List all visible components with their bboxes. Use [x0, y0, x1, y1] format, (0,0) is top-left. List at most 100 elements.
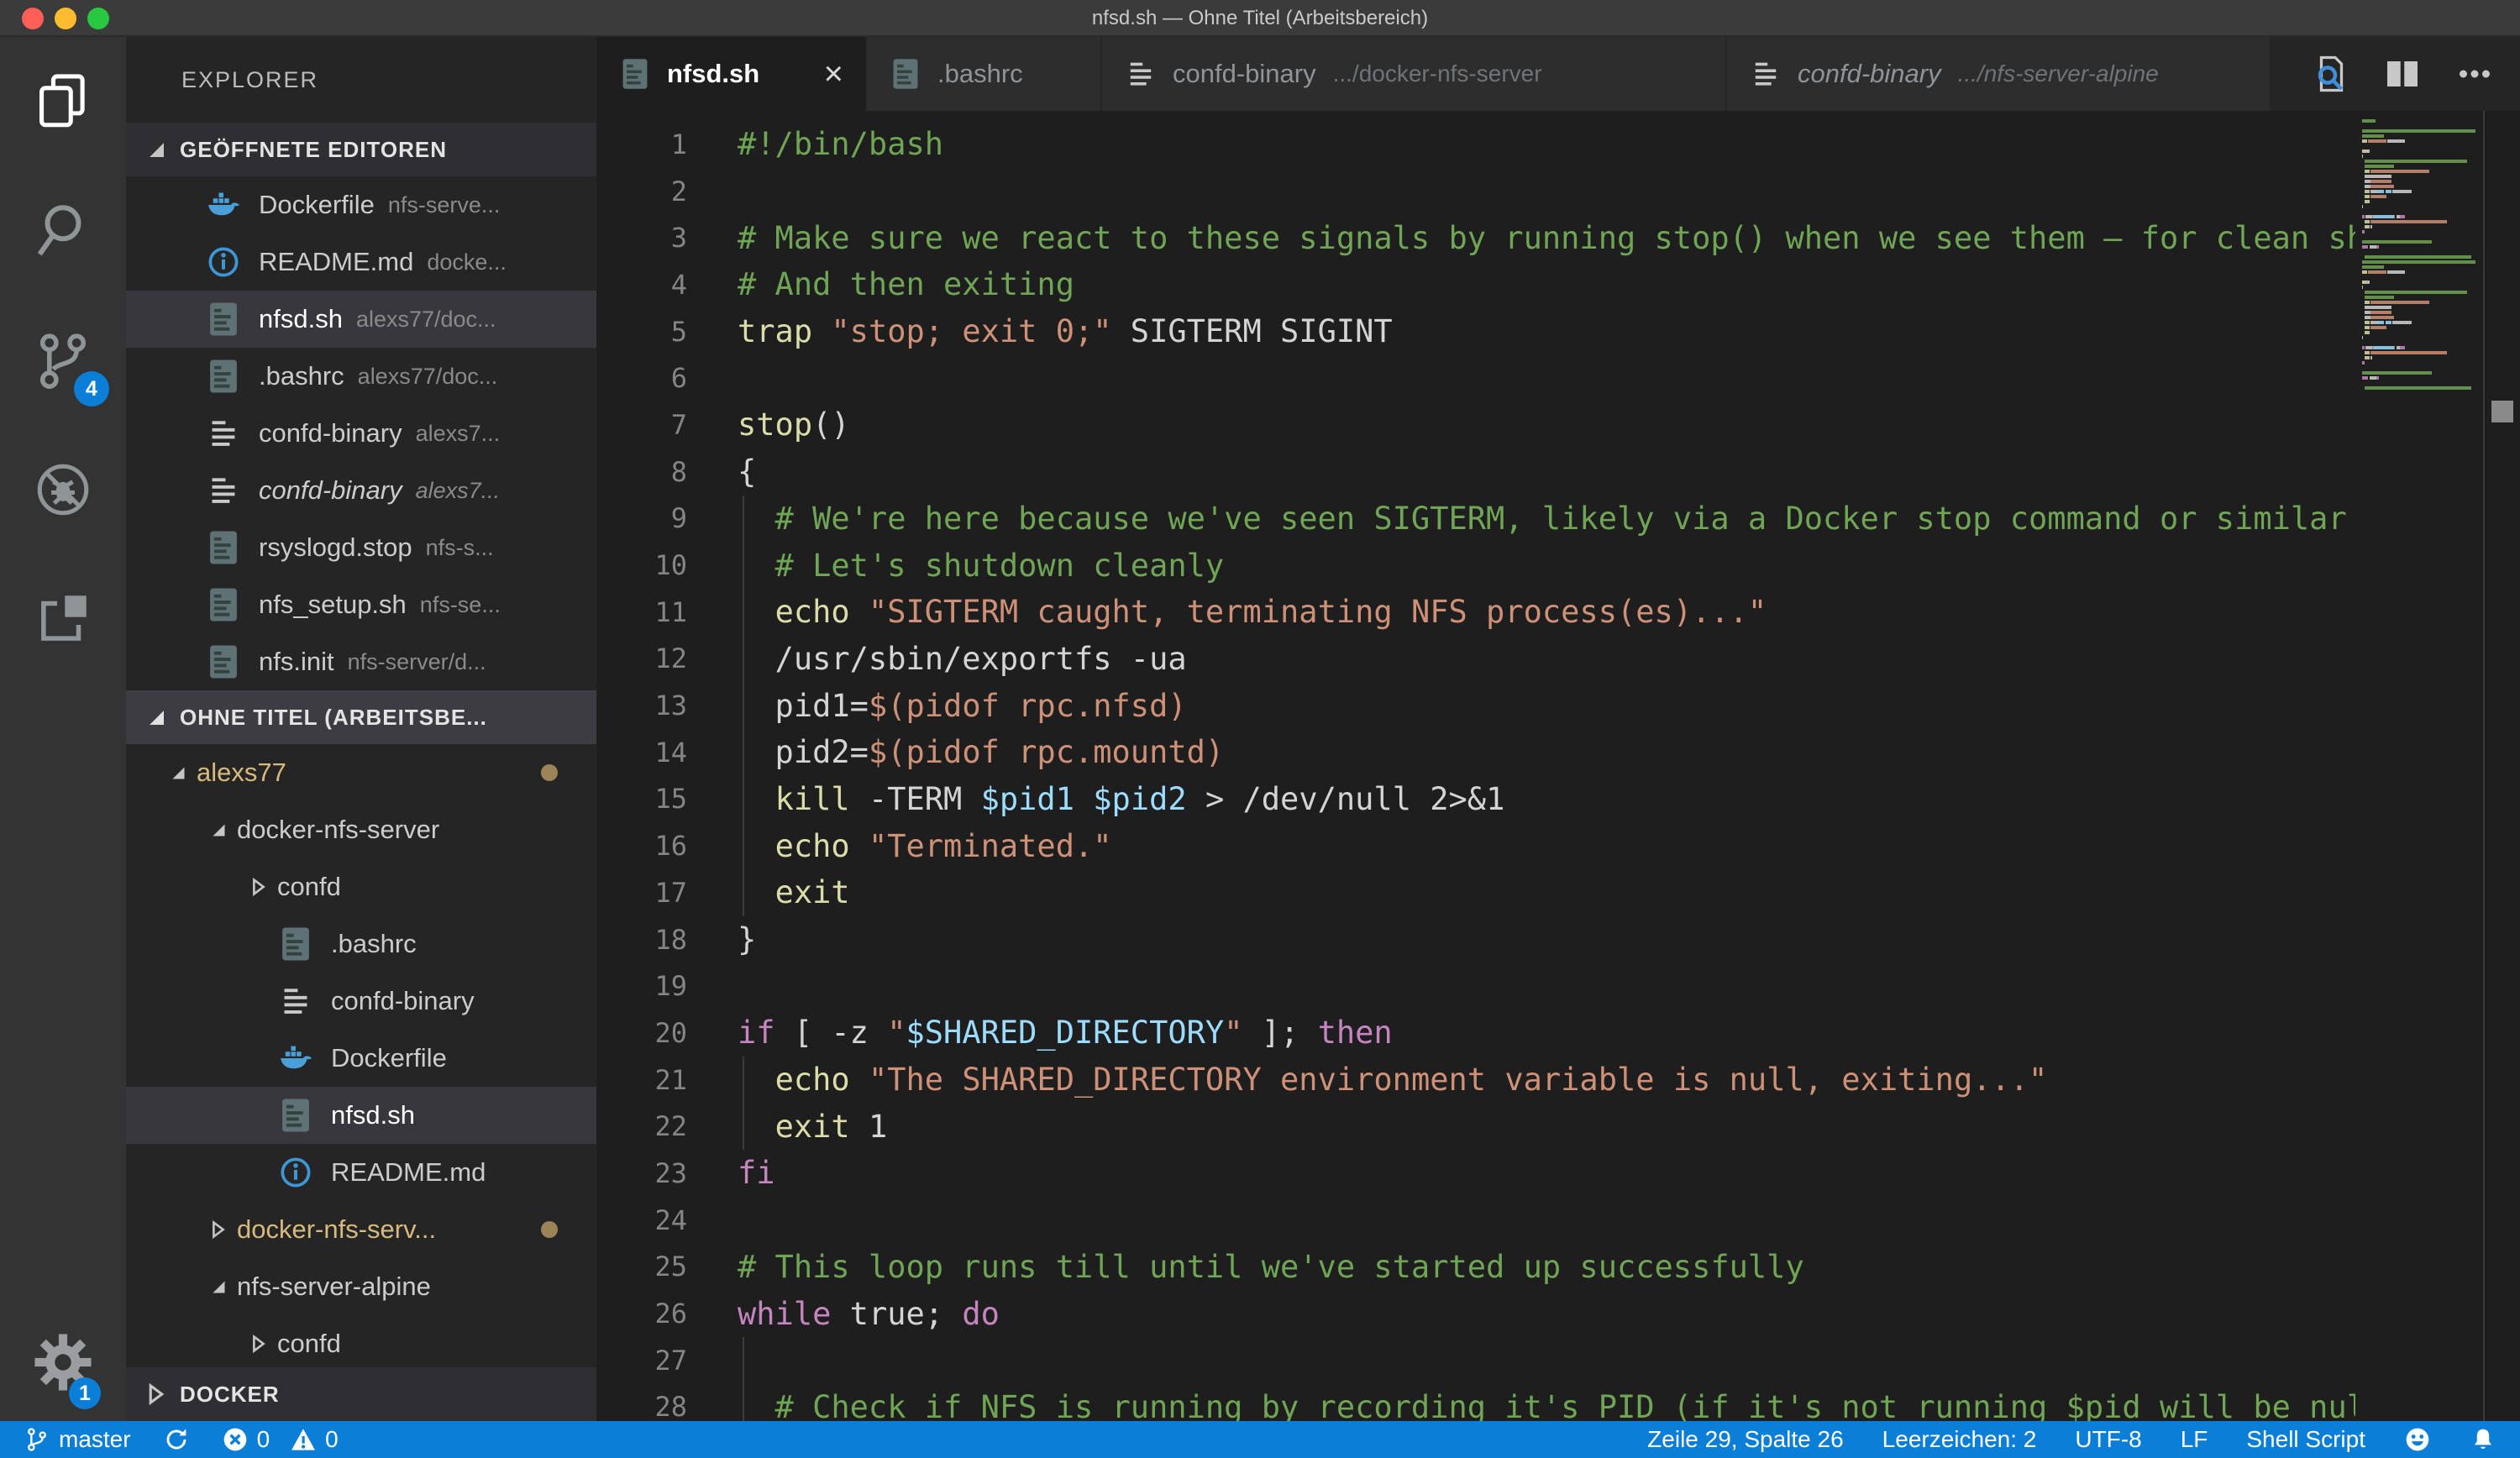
code-line-19[interactable]: 19	[596, 962, 2520, 1010]
code-line-12[interactable]: 12 /usr/sbin/exportfs -ua	[596, 636, 2520, 683]
tab-confd-binary[interactable]: confd-binary.../docker-nfs-server	[1102, 37, 1727, 111]
minimap-seg	[2362, 215, 2365, 218]
split-editor-icon[interactable]	[2379, 50, 2426, 97]
docker-section-header[interactable]: DOCKER	[126, 1367, 596, 1421]
tree-item-README.md[interactable]: README.md	[126, 1144, 596, 1201]
code-line-23[interactable]: 23fi	[596, 1150, 2520, 1197]
code-line-4[interactable]: 4# And then exiting	[596, 261, 2520, 308]
file-path: nfs-serve...	[388, 192, 501, 218]
twistie-open-icon	[160, 754, 197, 791]
zoom-window-button[interactable]	[87, 8, 109, 29]
tree-item-confd[interactable]: confd	[126, 1315, 596, 1367]
code-line-1[interactable]: 1#!/bin/bash	[596, 121, 2520, 168]
code-token: $(pidof rpc.nfsd)	[869, 688, 1187, 724]
code-line-21[interactable]: 21 echo "The SHARED_DIRECTORY environmen…	[596, 1057, 2520, 1104]
tree-item-nfs-server-alpine[interactable]: nfs-server-alpine	[126, 1258, 596, 1315]
more-actions-icon[interactable]	[2451, 50, 2498, 97]
code-line-14[interactable]: 14 pid2=$(pidof rpc.mountd)	[596, 729, 2520, 776]
language-mode[interactable]: Shell Script	[2246, 1426, 2365, 1453]
minimap-seg	[2362, 129, 2475, 133]
code-line-26[interactable]: 26while true; do	[596, 1290, 2520, 1337]
tab-confd-binary[interactable]: confd-binary.../nfs-server-alpine	[1727, 37, 2271, 111]
tree-item-alexs77[interactable]: alexs77	[126, 744, 596, 801]
code-line-6[interactable]: 6	[596, 354, 2520, 401]
code-token: [ -z	[775, 1015, 888, 1051]
code-line-16[interactable]: 16 echo "Terminated."	[596, 822, 2520, 869]
open-editors-header[interactable]: GEÖFFNETE EDITOREN	[126, 123, 596, 176]
indentation-setting[interactable]: Leerzeichen: 2	[1882, 1426, 2037, 1453]
editor-scrollbar[interactable]	[2483, 111, 2520, 1421]
code-line-17[interactable]: 17 exit	[596, 869, 2520, 916]
minimap-seg	[2365, 301, 2370, 304]
code-line-27[interactable]: 27	[596, 1337, 2520, 1384]
open-editor-confd-binary[interactable]: confd-binaryalexs7...	[126, 462, 596, 519]
code-line-11[interactable]: 11 echo "SIGTERM caught, terminating NFS…	[596, 589, 2520, 636]
tree-item-confd-binary[interactable]: confd-binary	[126, 973, 596, 1030]
code-token: if	[738, 1015, 775, 1051]
tree-item-Dockerfile[interactable]: Dockerfile	[126, 1030, 596, 1087]
tree-item-confd[interactable]: confd	[126, 858, 596, 915]
git-branch-status[interactable]: master	[24, 1426, 131, 1453]
debug-icon[interactable]	[0, 425, 126, 554]
code-line-8[interactable]: 8{	[596, 448, 2520, 496]
explorer-icon[interactable]	[0, 37, 126, 166]
sync-button[interactable]	[163, 1426, 190, 1453]
minimap-seg	[2376, 376, 2379, 380]
open-changes-icon[interactable]	[2307, 50, 2354, 97]
source-control-icon[interactable]: 4	[0, 296, 126, 425]
open-editor-README.md[interactable]: README.mddocke...	[126, 233, 596, 291]
extensions-icon[interactable]	[0, 554, 126, 684]
tab-.bashrc[interactable]: .bashrc	[867, 37, 1102, 111]
feedback-smiley-icon[interactable]	[2404, 1426, 2431, 1453]
code-line-3[interactable]: 3# Make sure we react to these signals b…	[596, 214, 2520, 261]
notifications-bell-icon[interactable]	[2470, 1426, 2496, 1453]
code-line-9[interactable]: 9 # We're here because we've seen SIGTER…	[596, 496, 2520, 543]
tree-item-nfsd.sh[interactable]: nfsd.sh	[126, 1087, 596, 1144]
cursor-position[interactable]: Zeile 29, Spalte 26	[1647, 1426, 1844, 1453]
minimap[interactable]	[2355, 111, 2483, 1421]
code-line-2[interactable]: 2	[596, 168, 2520, 215]
scrollbar-thumb[interactable]	[2491, 401, 2513, 422]
tree-item-docker-nfs-serv...[interactable]: docker-nfs-serv...	[126, 1201, 596, 1258]
minimap-seg	[2365, 296, 2394, 299]
encoding-setting[interactable]: UTF-8	[2075, 1426, 2141, 1453]
minimap-seg	[2370, 316, 2394, 319]
code-line-5[interactable]: 5trap "stop; exit 0;" SIGTERM SIGINT	[596, 308, 2520, 355]
settings-gear-icon[interactable]: 1	[0, 1303, 126, 1421]
code-token: "	[887, 1015, 906, 1051]
open-editor-.bashrc[interactable]: .bashrcalexs77/doc...	[126, 348, 596, 405]
code-line-24[interactable]: 24	[596, 1197, 2520, 1244]
line-number: 14	[596, 737, 722, 768]
code-token: exit	[775, 874, 850, 910]
minimap-seg	[2365, 225, 2370, 228]
code-line-18[interactable]: 18}	[596, 916, 2520, 963]
close-window-button[interactable]	[22, 8, 44, 29]
tree-item-.bashrc[interactable]: .bashrc	[126, 915, 596, 973]
workspace-header[interactable]: OHNE TITEL (ARBEITSBE...	[126, 690, 596, 744]
file-path: nfs-s...	[426, 535, 494, 561]
code-line-10[interactable]: 10 # Let's shutdown cleanly	[596, 542, 2520, 589]
editor-body[interactable]: 1#!/bin/bash23# Make sure we react to th…	[596, 111, 2520, 1421]
code-token	[850, 828, 869, 864]
code-line-7[interactable]: 7stop()	[596, 401, 2520, 448]
problems-status[interactable]: 0 0	[222, 1426, 339, 1453]
code-line-22[interactable]: 22 exit 1	[596, 1103, 2520, 1150]
code-line-20[interactable]: 20if [ -z "$SHARED_DIRECTORY" ]; then	[596, 1010, 2520, 1057]
open-editor-Dockerfile[interactable]: Dockerfilenfs-serve...	[126, 176, 596, 233]
minimize-window-button[interactable]	[55, 8, 76, 29]
tab-nfsd.sh[interactable]: nfsd.sh×	[596, 37, 867, 111]
tree-item-docker-nfs-server[interactable]: docker-nfs-server	[126, 801, 596, 858]
titlebar: nfsd.sh — Ohne Titel (Arbeitsbereich)	[0, 0, 2520, 37]
open-editor-rsyslogd.stop[interactable]: rsyslogd.stopnfs-s...	[126, 519, 596, 576]
open-editor-nfs.init[interactable]: nfs.initnfs-server/d...	[126, 633, 596, 690]
code-line-15[interactable]: 15 kill -TERM $pid1 $pid2 > /dev/null 2>…	[596, 776, 2520, 823]
code-line-25[interactable]: 25# This loop runs till until we've star…	[596, 1244, 2520, 1291]
eol-setting[interactable]: LF	[2181, 1426, 2208, 1453]
code-line-28[interactable]: 28 # Check if NFS is running by recordin…	[596, 1384, 2520, 1421]
close-icon[interactable]: ×	[824, 57, 843, 91]
open-editor-confd-binary[interactable]: confd-binaryalexs7...	[126, 405, 596, 462]
code-line-13[interactable]: 13 pid1=$(pidof rpc.nfsd)	[596, 682, 2520, 729]
open-editor-nfs_setup.sh[interactable]: nfs_setup.shnfs-se...	[126, 576, 596, 633]
open-editor-nfsd.sh[interactable]: nfsd.shalexs77/doc...	[126, 291, 596, 348]
search-icon[interactable]	[0, 166, 126, 296]
